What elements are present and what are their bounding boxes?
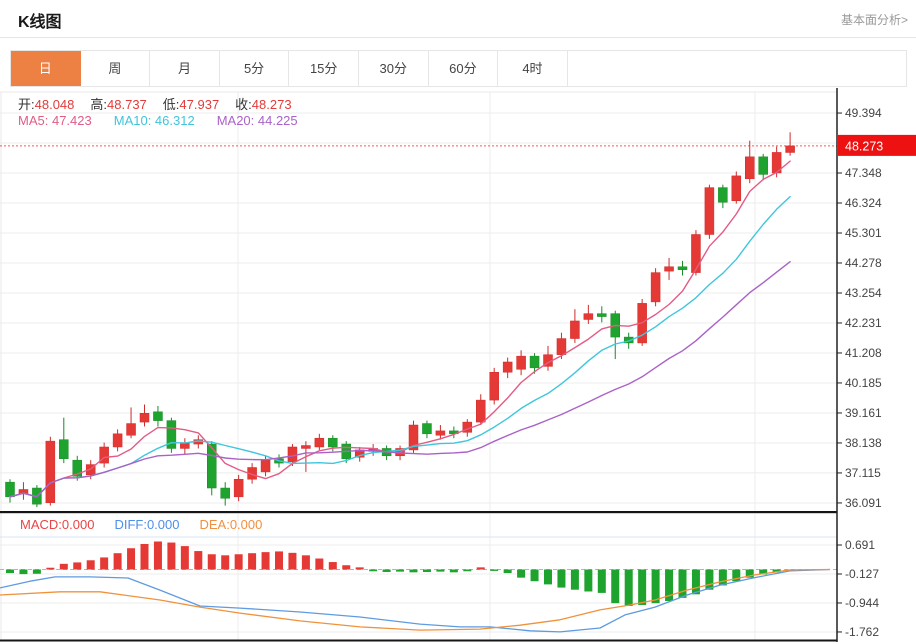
page-title: K线图 <box>18 14 62 31</box>
svg-text:39.161: 39.161 <box>845 406 882 420</box>
svg-text:41.208: 41.208 <box>845 346 882 360</box>
svg-text:49.394: 49.394 <box>845 106 882 120</box>
page-header: K线图 基本面分析> <box>0 0 916 38</box>
svg-text:44.278: 44.278 <box>845 256 882 270</box>
svg-text:36.091: 36.091 <box>845 496 882 510</box>
svg-text:47.348: 47.348 <box>845 166 882 180</box>
svg-text:-1.762: -1.762 <box>845 625 879 639</box>
ohlc-row-item: 开:48.048 <box>18 97 75 112</box>
ma-info-row: MA5: 47.423 MA10: 46.312 MA20: 44.225 <box>18 113 320 128</box>
tab-period-3[interactable]: 5分 <box>219 51 290 86</box>
svg-text:43.254: 43.254 <box>845 286 882 300</box>
macd-row-item: DIFF:0.000 <box>114 517 180 532</box>
ma-row-item: MA5: 47.423 <box>18 113 92 128</box>
macd-row-item: MACD:0.000 <box>20 517 95 532</box>
svg-text:-0.944: -0.944 <box>845 596 879 610</box>
svg-text:0.691: 0.691 <box>845 538 875 552</box>
svg-text:-0.127: -0.127 <box>845 567 879 581</box>
svg-text:42.231: 42.231 <box>845 316 882 330</box>
tab-period-4[interactable]: 15分 <box>289 51 359 86</box>
period-tabbar: 日周月 5分 15分 30分 60分 4时 <box>10 50 907 87</box>
ohlc-row-item: 低:47.937 <box>162 97 220 112</box>
macd-info-row: MACD:0.000 DIFF:0.000 DEA:0.000 <box>20 517 282 532</box>
ma-row-item: MA20: 44.225 <box>216 113 298 128</box>
svg-text:48.273: 48.273 <box>845 139 883 153</box>
tab-period-6[interactable]: 60分 <box>428 51 499 86</box>
tab-period-7[interactable]: 4时 <box>498 51 568 86</box>
kline-chart-page: 49.394 47.348 46.324 45.301 44.278 43.254 42.2… <box>0 0 916 644</box>
macd-row-item: DEA:0.000 <box>199 517 263 532</box>
tab-period-0[interactable]: 日 <box>11 51 81 86</box>
svg-text:38.138: 38.138 <box>845 436 882 450</box>
ohlc-row-item: 收:48.273 <box>235 97 292 112</box>
ohlc-info-row: 开:48.048 高:48.737 低:47.937 收:48.273 <box>18 94 308 113</box>
fundamental-analysis-link[interactable]: 基本面分析> <box>841 11 908 28</box>
ma-row-item: MA10: 46.312 <box>113 113 195 128</box>
svg-text:46.324: 46.324 <box>845 196 882 210</box>
ohlc-row-item: 高:48.737 <box>90 97 147 112</box>
svg-text:45.301: 45.301 <box>845 226 882 240</box>
tab-period-1[interactable]: 周 <box>80 51 151 86</box>
svg-text:37.115: 37.115 <box>845 466 881 480</box>
tabbar-filler <box>567 51 906 86</box>
tab-period-2[interactable]: 月 <box>150 51 220 86</box>
svg-text:40.185: 40.185 <box>845 376 882 390</box>
tab-period-5[interactable]: 30分 <box>358 51 429 86</box>
